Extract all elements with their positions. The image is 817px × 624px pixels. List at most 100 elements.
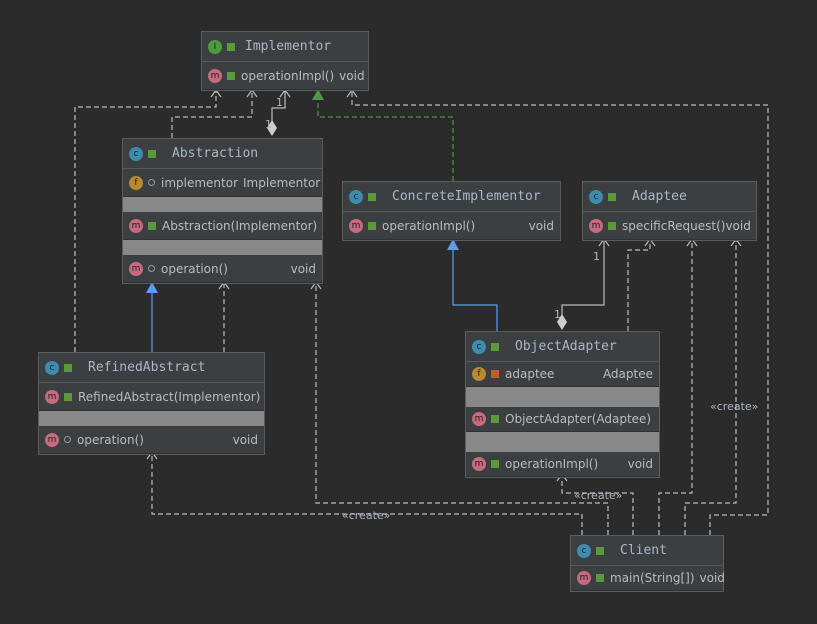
create-label: «create»	[574, 489, 623, 502]
edge-client-adaptee-1	[658, 239, 693, 535]
field-name: adaptee	[505, 367, 555, 381]
public-icon	[491, 342, 499, 351]
public-icon	[64, 392, 72, 401]
protected-icon	[148, 179, 155, 186]
edge-objectadapter-adaptee-composition	[561, 237, 610, 316]
class-name: Abstraction	[172, 146, 259, 161]
method-type: void	[290, 261, 316, 276]
create-label: «create»	[710, 400, 759, 413]
class-object-adapter[interactable]: c ObjectAdapter f adaptee Adaptee m ObjectAd…	[465, 331, 660, 478]
class-abstraction[interactable]: c Abstraction f implementor Implementor m Ab…	[122, 138, 323, 284]
method-row[interactable]: m operation() void	[123, 255, 322, 283]
separator	[39, 411, 264, 426]
multiplicity-label: 1	[265, 118, 272, 131]
ctor-name: ObjectAdapter(Adaptee)	[505, 412, 652, 426]
class-name: RefinedAbstract	[88, 360, 206, 375]
class-icon: c	[45, 360, 59, 375]
method-type: void	[232, 432, 258, 447]
separator	[123, 197, 322, 212]
method-row[interactable]: m operation() void	[39, 426, 264, 454]
field-type: Implementor	[243, 175, 321, 190]
method-row[interactable]: m operationImpl() void	[202, 62, 368, 90]
class-name: Client	[620, 543, 667, 558]
method-icon: m	[129, 218, 143, 233]
method-icon: m	[472, 457, 486, 471]
abstract-class-icon: c	[129, 146, 143, 161]
class-icon: c	[472, 339, 486, 354]
method-type: void	[725, 218, 751, 233]
method-row[interactable]: m operationImpl() void	[466, 452, 659, 477]
class-adaptee[interactable]: c Adaptee m specificRequest() void	[582, 181, 757, 241]
public-icon	[227, 42, 235, 51]
method-icon: m	[45, 432, 59, 447]
edge-concrete-implementor-realization	[317, 100, 454, 181]
method-row[interactable]: m specificRequest() void	[583, 212, 756, 240]
edge-abstraction-implementor	[171, 90, 253, 138]
interface-icon: I	[208, 39, 222, 54]
multiplicity-label: 1	[276, 96, 283, 109]
separator	[466, 387, 659, 407]
class-name: ConcreteImplementor	[392, 189, 541, 204]
method-name: operationImpl()	[382, 218, 476, 233]
public-icon	[368, 221, 376, 230]
field-row[interactable]: f implementor Implementor	[123, 169, 322, 197]
field-row[interactable]: f adaptee Adaptee	[466, 362, 659, 387]
class-concrete-implementor[interactable]: c ConcreteImplementor m operationImpl() voi…	[342, 181, 561, 241]
class-name: ObjectAdapter	[515, 339, 617, 354]
multiplicity-label: 1	[593, 250, 600, 263]
separator	[466, 432, 659, 452]
runnable-class-icon: c	[577, 543, 591, 558]
method-icon: m	[349, 218, 363, 233]
field-icon: f	[129, 175, 143, 190]
public-icon	[596, 546, 604, 555]
method-icon: m	[472, 412, 486, 426]
class-icon: c	[589, 189, 603, 204]
abstract-method-icon: m	[129, 261, 143, 276]
ctor-name: RefinedAbstract(Implementor)	[78, 389, 261, 404]
field-name: implementor	[161, 175, 239, 190]
method-icon: m	[589, 218, 603, 233]
package-icon	[148, 265, 155, 272]
class-implementor[interactable]: I Implementor m operationImpl() void	[201, 31, 369, 91]
method-name: operation()	[77, 432, 144, 447]
method-icon: m	[208, 68, 222, 83]
private-lock-icon	[491, 370, 499, 378]
ctor-row[interactable]: m Abstraction(Implementor)	[123, 212, 322, 240]
public-icon	[491, 460, 499, 468]
edge-client-adaptee-2	[684, 239, 737, 535]
relationship-edges	[74, 88, 769, 535]
class-refined-abstract[interactable]: c RefinedAbstract m RefinedAbstract(Implem…	[38, 352, 265, 455]
class-name: Adaptee	[632, 189, 687, 204]
method-row[interactable]: m operationImpl() void	[343, 212, 560, 240]
method-icon: m	[45, 389, 59, 404]
public-icon	[608, 221, 616, 230]
class-name: Implementor	[245, 39, 332, 54]
public-icon	[64, 363, 72, 372]
public-icon	[148, 149, 156, 158]
class-client[interactable]: c Client m main(String[]) void	[570, 535, 725, 592]
edge-objectadapter-adaptee-dep	[627, 239, 651, 331]
method-name: specificRequest()	[622, 218, 726, 233]
public-icon	[148, 221, 156, 230]
package-icon	[64, 436, 71, 443]
ctor-name: Abstraction(Implementor)	[162, 218, 318, 233]
method-row[interactable]: m main(String[]) void	[571, 566, 725, 591]
field-icon: f	[472, 367, 486, 381]
field-type: Adaptee	[602, 367, 653, 381]
multiplicity-label: 1	[554, 308, 561, 321]
method-type: void	[699, 571, 725, 585]
separator	[123, 240, 322, 255]
ctor-row[interactable]: m ObjectAdapter(Adaptee)	[466, 407, 659, 432]
edge-client-objectadapter	[561, 474, 634, 535]
public-icon	[491, 415, 499, 423]
method-type: void	[339, 68, 365, 83]
method-name: main(String[])	[610, 571, 695, 585]
public-icon	[596, 574, 604, 582]
public-icon	[608, 192, 616, 201]
ctor-row[interactable]: m RefinedAbstract(Implementor)	[39, 383, 264, 411]
static-method-icon: m	[577, 571, 591, 585]
method-type: void	[528, 218, 554, 233]
public-icon	[227, 71, 235, 80]
method-name: operationImpl()	[241, 68, 335, 83]
method-name: operation()	[161, 261, 228, 276]
